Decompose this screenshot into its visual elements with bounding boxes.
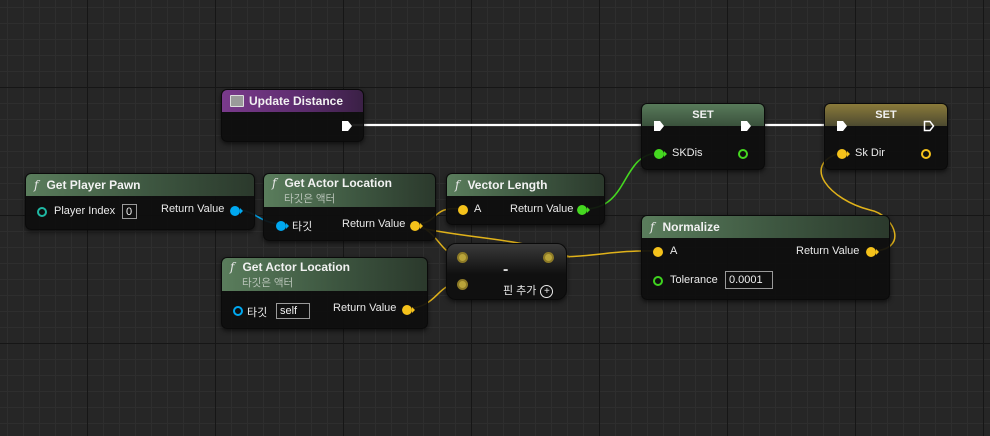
exec-out-icon[interactable] bbox=[341, 120, 353, 132]
function-f-icon: f bbox=[650, 220, 655, 234]
normalize-title: Normalize bbox=[662, 220, 720, 234]
exec-in-icon[interactable] bbox=[653, 120, 665, 132]
pawn-return-pin[interactable] bbox=[230, 205, 243, 217]
get-actor-location-1-header: f Get Actor Location 타깃은 액터 bbox=[264, 174, 435, 207]
exec-out-icon[interactable] bbox=[923, 120, 935, 132]
player-index-pin[interactable] bbox=[37, 207, 47, 217]
player-index-input[interactable]: 0 bbox=[122, 204, 137, 219]
set-skdir-node[interactable]: SET Sk Dir bbox=[824, 103, 948, 170]
update-distance-node[interactable]: Update Distance bbox=[221, 89, 364, 142]
get-actor-location-2-header: f Get Actor Location 타깃은 액터 bbox=[222, 258, 427, 291]
get-player-pawn-title: Get Player Pawn bbox=[46, 178, 141, 192]
normalize-a-label: A bbox=[670, 245, 678, 257]
player-index-label: Player Index bbox=[54, 205, 116, 217]
normalize-header: f Normalize bbox=[642, 216, 889, 238]
exec-out-icon[interactable] bbox=[740, 120, 752, 132]
target-label-1: 타깃 bbox=[292, 221, 313, 233]
set-skdis-title: SET bbox=[692, 109, 714, 121]
vector-length-return-pin[interactable] bbox=[577, 204, 591, 216]
get-player-pawn-header: f Get Player Pawn bbox=[26, 174, 254, 196]
event-icon bbox=[230, 95, 244, 107]
function-f-icon: f bbox=[34, 178, 39, 192]
skdis-out-pin[interactable] bbox=[738, 149, 748, 159]
vector-length-node[interactable]: f Vector Length A Return Value bbox=[446, 173, 605, 225]
skdir-out-pin[interactable] bbox=[921, 149, 931, 159]
location-1-return-pin[interactable] bbox=[410, 220, 424, 232]
location-1-return-label: Return Value bbox=[342, 218, 406, 230]
normalize-a-pin[interactable] bbox=[653, 247, 663, 257]
exec-in-icon[interactable] bbox=[836, 120, 848, 132]
get-actor-location-node-1[interactable]: f Get Actor Location 타깃은 액터 타깃 Return Val… bbox=[263, 173, 436, 241]
vector-length-title: Vector Length bbox=[467, 178, 548, 192]
get-actor-location-2-title: Get Actor Location bbox=[242, 259, 351, 274]
target-pin-2[interactable] bbox=[233, 306, 243, 316]
set-skdir-title: SET bbox=[875, 109, 897, 121]
normalize-return-label: Return Value bbox=[796, 245, 860, 257]
add-pin-label: 핀 추가 bbox=[503, 285, 537, 297]
subtract-b-pin[interactable] bbox=[457, 279, 468, 290]
pawn-return-label: Return Value bbox=[161, 203, 225, 215]
tolerance-input[interactable]: 0.0001 bbox=[725, 271, 773, 289]
target-self-input[interactable]: self bbox=[276, 303, 310, 319]
update-distance-title: Update Distance bbox=[249, 94, 344, 108]
get-actor-location-node-2[interactable]: f Get Actor Location 타깃은 액터 타깃 self Retur… bbox=[221, 257, 428, 329]
update-distance-header: Update Distance bbox=[222, 90, 363, 112]
subtract-a-pin[interactable] bbox=[457, 252, 468, 263]
function-f-icon: f bbox=[455, 178, 460, 192]
vector-length-a-label: A bbox=[474, 203, 482, 215]
set-skdis-node[interactable]: SET SKDis bbox=[641, 103, 765, 170]
get-actor-location-1-title: Get Actor Location bbox=[284, 175, 393, 190]
vector-length-return-label: Return Value bbox=[510, 203, 574, 215]
get-actor-location-2-subtitle: 타깃은 액터 bbox=[242, 276, 294, 289]
function-f-icon: f bbox=[272, 175, 277, 190]
plus-circle-icon: + bbox=[540, 284, 554, 298]
subtract-out-pin[interactable] bbox=[543, 252, 554, 263]
normalize-return-pin[interactable] bbox=[866, 246, 880, 258]
target-label-2: 타깃 bbox=[247, 307, 268, 319]
location-2-return-label: Return Value bbox=[333, 302, 397, 314]
get-actor-location-1-subtitle: 타깃은 액터 bbox=[284, 192, 336, 205]
subtract-symbol: - bbox=[503, 261, 509, 278]
target-pin-1[interactable] bbox=[275, 220, 289, 232]
skdir-in-pin[interactable] bbox=[836, 148, 850, 160]
vector-length-header: f Vector Length bbox=[447, 174, 604, 196]
subtract-node[interactable]: - 핀 추가 + bbox=[446, 243, 567, 300]
vector-length-a-pin[interactable] bbox=[458, 205, 468, 215]
tolerance-pin[interactable] bbox=[653, 276, 663, 286]
function-f-icon: f bbox=[230, 259, 235, 274]
normalize-node[interactable]: f Normalize A Return Value Tolerance 0.0… bbox=[641, 215, 890, 300]
tolerance-label: Tolerance bbox=[670, 274, 718, 286]
add-pin-button[interactable]: 핀 추가 + bbox=[503, 282, 554, 298]
skdis-label: SKDis bbox=[672, 147, 703, 159]
skdir-label: Sk Dir bbox=[855, 147, 885, 159]
get-player-pawn-node[interactable]: f Get Player Pawn Player Index 0 Return … bbox=[25, 173, 255, 230]
skdis-in-pin[interactable] bbox=[653, 148, 667, 160]
location-2-return-pin[interactable] bbox=[402, 304, 416, 316]
